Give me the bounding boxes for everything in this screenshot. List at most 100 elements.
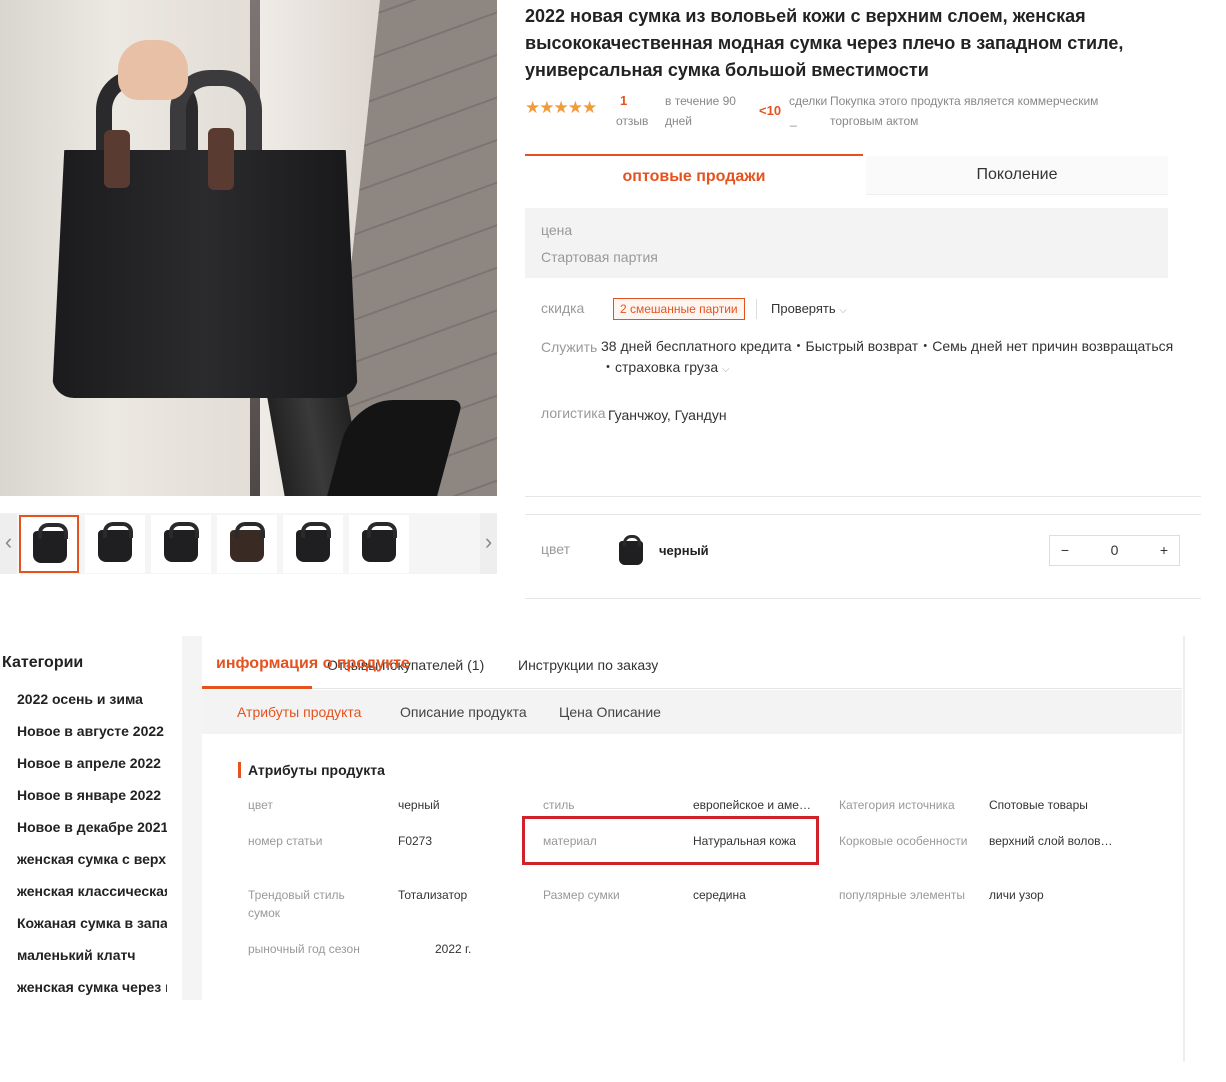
attr-value: Тотализатор xyxy=(398,888,468,902)
attr-value: личи узор xyxy=(989,888,1044,902)
category-item[interactable]: женская сумка через плечо xyxy=(17,979,167,995)
check-label: Проверять xyxy=(771,301,836,316)
chevron-down-icon: ⌵ xyxy=(839,305,847,316)
thumb-bag-handle xyxy=(367,522,397,538)
price-label: цена xyxy=(541,222,573,238)
categories-title: Категории xyxy=(2,654,84,671)
tab-product-info[interactable]: информация о продукте xyxy=(216,655,410,673)
thumb-next-button[interactable]: › xyxy=(480,513,497,574)
chevron-down-icon: ⌵ xyxy=(722,364,730,375)
attr-key: Категория источника xyxy=(839,798,955,812)
tab-order-instructions[interactable]: Инструкции по заказу xyxy=(518,657,658,673)
thumb-bag-handle xyxy=(103,522,133,538)
logistics-value: Гуанчжоу, Гуандун xyxy=(608,407,727,423)
category-item[interactable]: женская сумка с верхней ручкой xyxy=(17,851,167,867)
panel-right-border xyxy=(1183,636,1185,1062)
attr-value: черный xyxy=(398,798,440,812)
divider xyxy=(202,688,1182,689)
divider xyxy=(525,598,1201,599)
color-label: цвет xyxy=(541,541,571,557)
attr-key: Размер сумки xyxy=(543,888,620,902)
chevron-right-icon: › xyxy=(484,529,493,554)
attributes-heading: Атрибуты продукта xyxy=(238,762,385,778)
category-item[interactable]: женская классическая сумка xyxy=(17,883,167,899)
product-main-image[interactable] xyxy=(0,0,497,496)
category-item[interactable]: маленький клатч xyxy=(17,947,167,963)
attr-value: F0273 xyxy=(398,834,433,848)
logistics-label: логистика xyxy=(541,405,606,421)
photo-bag xyxy=(52,150,358,398)
category-item[interactable]: 2022 осень и зима xyxy=(17,691,167,707)
service-line-2-text: ・страховка груза xyxy=(601,359,719,375)
category-item[interactable]: Новое в августе 2022 xyxy=(17,723,167,739)
divider xyxy=(525,496,1201,497)
sub-tabs-bar: Атрибуты продукта Описание продукта Цена… xyxy=(202,690,1182,734)
color-name: черный xyxy=(659,543,709,558)
service-line-1: 38 дней бесплатного кредита・Быстрый возв… xyxy=(601,338,1174,354)
divider xyxy=(525,514,1201,515)
attr-key: стиль xyxy=(543,798,575,812)
thumbnail[interactable] xyxy=(283,515,343,573)
panel-left-border xyxy=(182,636,202,1000)
active-tab-indicator xyxy=(202,686,312,689)
price-box: цена Стартовая партия xyxy=(525,208,1168,278)
tab-wholesale[interactable]: оптовые продажи xyxy=(525,154,863,198)
category-item[interactable]: Новое в декабре 2021 xyxy=(17,819,167,835)
category-item[interactable]: Новое в январе 2022 xyxy=(17,787,167,803)
highlight-box xyxy=(522,816,819,865)
attr-value: Спотовые товары xyxy=(989,798,1088,812)
deals-count: <10 xyxy=(759,103,782,118)
attr-key: цвет xyxy=(248,798,273,812)
attr-key: Корковые особенности xyxy=(839,834,968,848)
service-label: Служить xyxy=(541,339,598,355)
check-dropdown[interactable]: Проверять ⌵ xyxy=(771,301,847,316)
divider xyxy=(756,299,757,319)
photo-bag-strap-tab xyxy=(104,130,130,188)
deals-label: сделки xyxy=(789,94,828,108)
attr-value: середина xyxy=(693,888,746,902)
photo-hand xyxy=(118,40,188,100)
thumbnail[interactable] xyxy=(151,515,211,573)
attr-value: верхний слой воловьей кожи xyxy=(989,834,1117,848)
discount-badge[interactable]: 2 смешанные партии xyxy=(613,298,745,320)
service-line-2[interactable]: ・страховка груза ⌵ xyxy=(601,357,730,377)
decrement-button[interactable]: − xyxy=(1050,536,1080,565)
subtab-price-description[interactable]: Цена Описание xyxy=(559,704,661,720)
color-swatch[interactable] xyxy=(613,531,649,567)
thumb-bag-handle xyxy=(235,522,265,538)
subtab-description[interactable]: Описание продукта xyxy=(400,704,527,720)
attr-key: Трендовый стиль сумок xyxy=(248,888,345,920)
quantity-stepper: − 0 + xyxy=(1049,535,1180,566)
tab-generation[interactable]: Поколение xyxy=(866,156,1168,195)
photo-bag-strap-tab xyxy=(208,128,234,190)
deals-sub: _ xyxy=(790,113,797,127)
thumbnail[interactable] xyxy=(349,515,409,573)
quantity-input[interactable]: 0 xyxy=(1080,536,1149,565)
attr-key: рыночный год сезон xyxy=(248,942,360,956)
rating-stars-icon: ★★★★★ xyxy=(525,98,597,117)
thumbnail-strip: ‹ › xyxy=(0,513,497,574)
category-item[interactable]: Кожаная сумка в западном стиле xyxy=(17,915,167,931)
thumb-bag-handle xyxy=(301,522,331,538)
reviews-label: отзыв xyxy=(616,114,649,128)
product-title: 2022 новая сумка из воловьей кожи с верх… xyxy=(525,6,1124,80)
subtab-attributes[interactable]: Атрибуты продукта xyxy=(237,704,361,720)
attr-key: номер статьи xyxy=(248,834,323,848)
period-label: в течение 90 дней xyxy=(665,94,736,128)
category-item[interactable]: Новое в апреле 2022 xyxy=(17,755,167,771)
attr-value: 2022 г. xyxy=(435,942,472,956)
commercial-note: Покупка этого продукта является коммерче… xyxy=(830,94,1099,128)
chevron-left-icon: ‹ xyxy=(4,529,13,554)
increment-button[interactable]: + xyxy=(1149,536,1179,565)
thumbnail[interactable] xyxy=(19,515,79,573)
attr-value: европейское и американское xyxy=(693,798,815,812)
thumb-prev-button[interactable]: ‹ xyxy=(0,513,17,574)
thumbnail[interactable] xyxy=(217,515,277,573)
swatch-bag-handle xyxy=(623,535,641,546)
attr-key: популярные элементы xyxy=(839,888,966,902)
thumb-bag-handle xyxy=(169,522,199,538)
reviews-count[interactable]: 1 xyxy=(620,93,627,108)
thumb-bag-handle xyxy=(38,523,68,539)
thumbnail[interactable] xyxy=(85,515,145,573)
start-batch-label: Стартовая партия xyxy=(541,249,658,265)
